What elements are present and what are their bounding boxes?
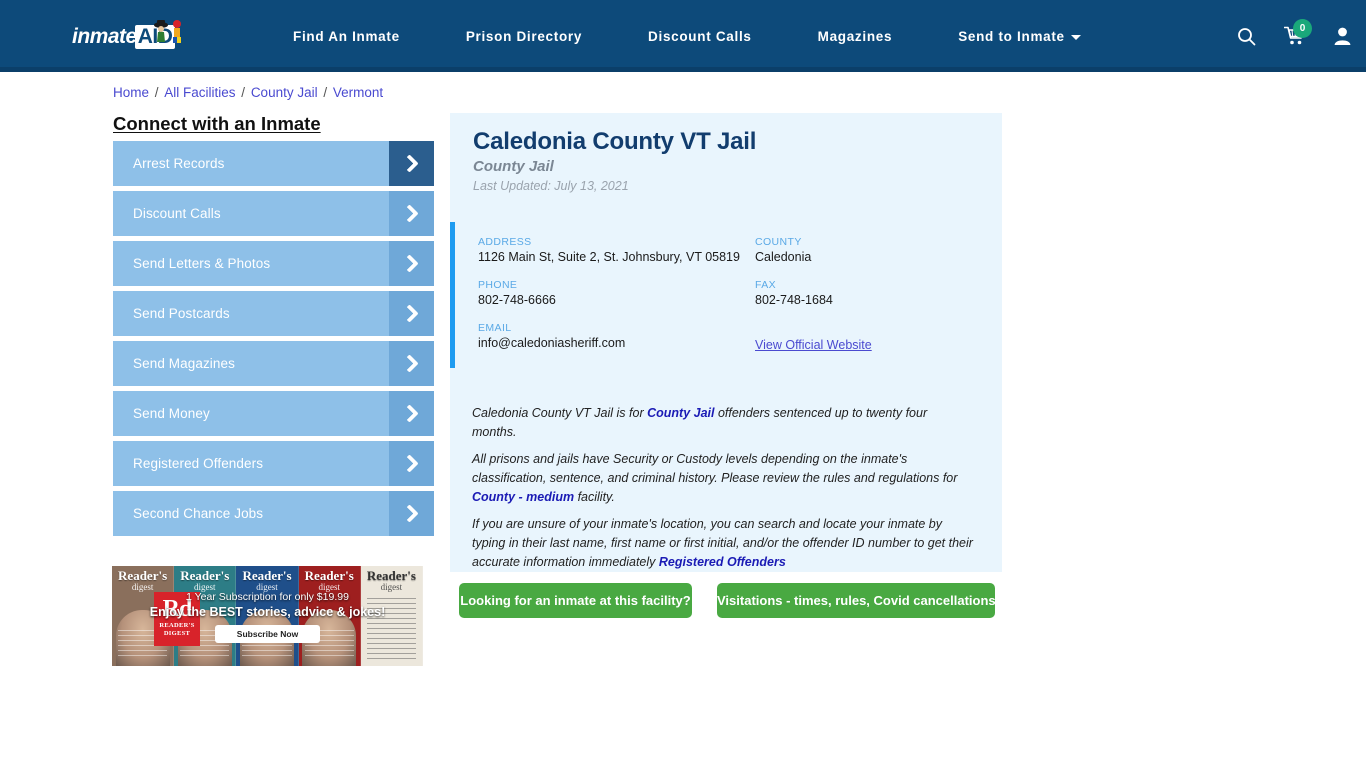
contact-field-fax: FAX 802-748-1684 — [755, 279, 988, 322]
email-value: info@caledoniasheriff.com — [478, 336, 626, 350]
fax-label: FAX — [755, 279, 777, 291]
sidebar-item-label: Send Magazines — [133, 356, 235, 371]
contact-field-email: EMAIL info@caledoniasheriff.com — [478, 322, 755, 367]
nav-label: Prison Directory — [465, 28, 583, 44]
sidebar-item-send-postcards[interactable]: Send Postcards — [113, 291, 434, 336]
sidebar-menu: Arrest Records Discount Calls Send Lette… — [113, 141, 434, 541]
nav-item-discount-calls[interactable]: Discount Calls — [615, 29, 785, 44]
facility-type: County Jail — [473, 158, 554, 175]
chevron-down-icon — [1070, 34, 1081, 40]
breadcrumb-separator: / — [319, 85, 331, 100]
breadcrumb-item-all-facilities[interactable]: All Facilities — [164, 85, 235, 100]
address-value: 1126 Main St, Suite 2, St. Johnsbury, VT… — [478, 250, 740, 264]
sidebar-item-arrest-records[interactable]: Arrest Records — [113, 141, 434, 186]
ad-subscribe-button[interactable]: Subscribe Now — [214, 625, 321, 643]
contact-info-grid: ADDRESS 1126 Main St, Suite 2, St. Johns… — [478, 236, 988, 367]
site-logo[interactable]: inmate AID — [72, 16, 194, 58]
nav-item-send-to-inmate[interactable]: Send to Inmate — [925, 29, 1114, 44]
sidebar-item-label: Second Chance Jobs — [133, 506, 264, 521]
find-inmate-button[interactable]: Looking for an inmate at this facility? — [459, 583, 692, 618]
sidebar-item-second-chance-jobs[interactable]: Second Chance Jobs — [113, 491, 434, 536]
sidebar-item-label: Discount Calls — [133, 206, 221, 221]
chevron-right-icon — [389, 491, 434, 536]
last-updated-text: Last Updated: July 13, 2021 — [473, 179, 629, 193]
cart-button[interactable]: 0 — [1270, 0, 1318, 72]
nav-item-magazines[interactable]: Magazines — [785, 29, 926, 44]
logo-text: inmate — [72, 25, 137, 48]
contact-row-phone-fax: PHONE 802-748-6666 FAX 802-748-1684 — [478, 279, 988, 322]
description-paragraph-1: Caledonia County VT Jail is for County J… — [472, 404, 974, 442]
page-title: Caledonia County VT Jail — [473, 128, 757, 155]
ad-offer-line: 1 Year Subscription for only $19.99 — [186, 591, 349, 603]
header-icon-group: 0 — [1222, 0, 1366, 72]
address-label: ADDRESS — [478, 236, 532, 248]
sidebar-heading: Connect with an Inmate — [113, 113, 321, 134]
contact-field-phone: PHONE 802-748-6666 — [478, 279, 755, 322]
desc-p2-text-b: facility. — [574, 490, 615, 504]
chevron-right-icon — [389, 241, 434, 286]
search-button[interactable] — [1222, 0, 1270, 72]
breadcrumb: Home / All Facilities / County Jail / Ve… — [113, 85, 383, 100]
ad-text-overlay: 1 Year Subscription for only $19.99 Enjo… — [112, 566, 423, 666]
desc-p1-link-county-jail[interactable]: County Jail — [647, 406, 714, 420]
breadcrumb-item-home[interactable]: Home — [113, 85, 149, 100]
breadcrumb-separator: / — [237, 85, 249, 100]
description-paragraph-3: If you are unsure of your inmate's locat… — [472, 515, 974, 572]
cart-count-badge: 0 — [1293, 19, 1312, 38]
county-value: Caledonia — [755, 250, 812, 264]
nav-label: Send to Inmate — [958, 28, 1065, 44]
logo-figure-icon — [154, 20, 181, 43]
county-label: COUNTY — [755, 236, 802, 248]
sidebar-item-label: Send Postcards — [133, 306, 230, 321]
panel-accent-bar — [450, 222, 455, 368]
contact-row-email-website: EMAIL info@caledoniasheriff.com View Off… — [478, 322, 988, 367]
chevron-right-icon — [389, 291, 434, 336]
breadcrumb-item-vermont[interactable]: Vermont — [333, 85, 383, 100]
sidebar-item-label: Arrest Records — [133, 156, 225, 171]
desc-p3-link-registered-offenders[interactable]: Registered Offenders — [659, 555, 786, 569]
sidebar-item-discount-calls[interactable]: Discount Calls — [113, 191, 434, 236]
account-button[interactable] — [1318, 0, 1366, 72]
sidebar-item-label: Registered Offenders — [133, 456, 264, 471]
sidebar-item-registered-offenders[interactable]: Registered Offenders — [113, 441, 434, 486]
desc-p2-link-county-medium[interactable]: County - medium — [472, 490, 574, 504]
chevron-right-icon — [389, 441, 434, 486]
sidebar-item-label: Send Letters & Photos — [133, 256, 271, 271]
sidebar-item-send-magazines[interactable]: Send Magazines — [113, 341, 434, 386]
advertisement-banner[interactable]: Reader's digest Reader's digest Reader's… — [112, 566, 423, 666]
chevron-right-icon — [389, 191, 434, 236]
phone-label: PHONE — [478, 279, 518, 291]
breadcrumb-item-county-jail[interactable]: County Jail — [251, 85, 318, 100]
breadcrumb-separator: / — [151, 85, 163, 100]
sidebar-item-send-letters-photos[interactable]: Send Letters & Photos — [113, 241, 434, 286]
desc-p1-text-a: Caledonia County VT Jail is for — [472, 406, 648, 420]
contact-field-county: COUNTY Caledonia — [755, 236, 988, 279]
contact-row-address-county: ADDRESS 1126 Main St, Suite 2, St. Johns… — [478, 236, 988, 279]
chevron-right-icon — [389, 141, 434, 186]
visitations-button[interactable]: Visitations - times, rules, Covid cancel… — [717, 583, 996, 618]
nav-label: Discount Calls — [648, 28, 752, 44]
sidebar-item-send-money[interactable]: Send Money — [113, 391, 434, 436]
main-navigation: Find An Inmate Prison Directory Discount… — [260, 0, 1114, 72]
nav-label: Magazines — [817, 28, 893, 44]
search-icon — [1237, 27, 1255, 45]
description-paragraph-2: All prisons and jails have Security or C… — [472, 450, 974, 507]
nav-label: Find An Inmate — [293, 28, 400, 44]
contact-field-address: ADDRESS 1126 Main St, Suite 2, St. Johns… — [478, 236, 755, 279]
chevron-right-icon — [389, 341, 434, 386]
ad-tagline: Enjoy the BEST stories, advice & jokes! — [149, 605, 386, 619]
sidebar-item-label: Send Money — [133, 406, 210, 421]
desc-p2-text-a: All prisons and jails have Security or C… — [472, 452, 958, 485]
official-website-link[interactable]: View Official Website — [755, 338, 988, 353]
user-icon — [1334, 27, 1350, 45]
phone-value: 802-748-6666 — [478, 293, 556, 307]
facility-description: Caledonia County VT Jail is for County J… — [472, 404, 974, 580]
nav-item-find-an-inmate[interactable]: Find An Inmate — [260, 29, 433, 44]
email-label: EMAIL — [478, 322, 512, 334]
fax-value: 802-748-1684 — [755, 293, 833, 307]
nav-item-prison-directory[interactable]: Prison Directory — [433, 29, 615, 44]
contact-field-website: View Official Website — [755, 322, 988, 367]
chevron-right-icon — [389, 391, 434, 436]
